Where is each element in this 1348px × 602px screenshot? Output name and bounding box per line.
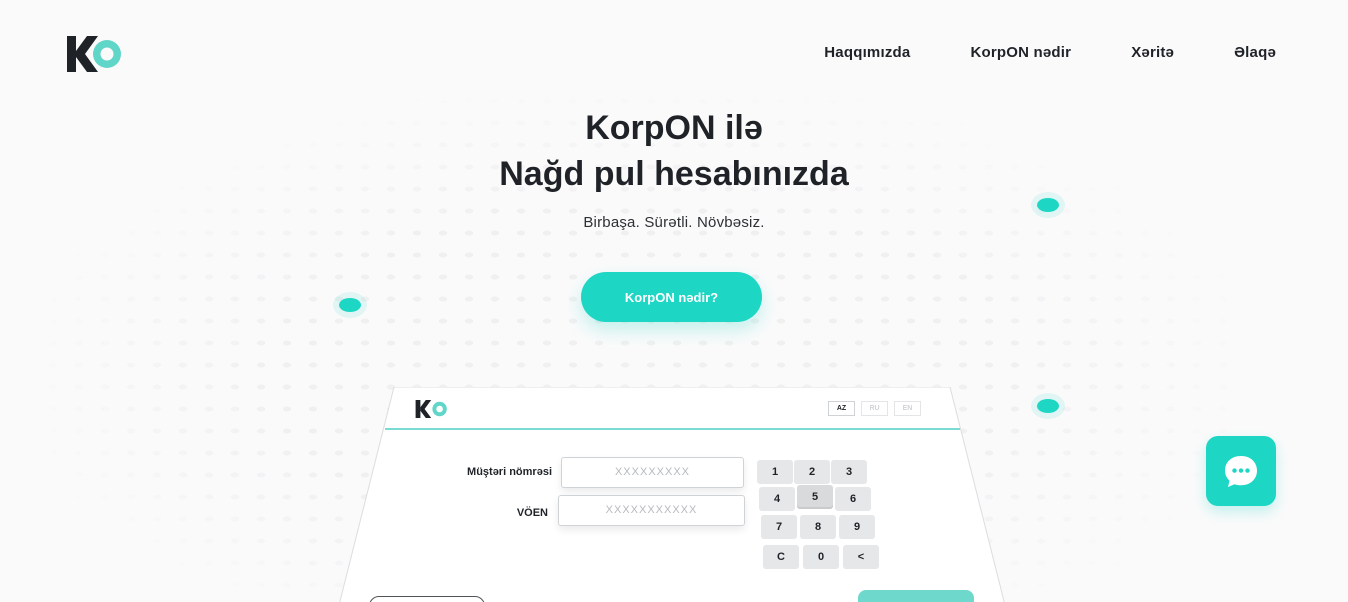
kiosk-logo — [415, 400, 447, 418]
decorative-dot — [339, 298, 361, 312]
keypad-key-4: 4 — [759, 487, 795, 511]
customer-number-label: Müştəri nömrəsi — [467, 466, 552, 478]
site-header: Haqqımızda KorpON nədir Xəritə Əlaqə — [0, 0, 1348, 100]
keypad-key-1: 1 — [757, 460, 793, 484]
keypad-key-3: 3 — [831, 460, 867, 484]
nav-link-map[interactable]: Xəritə — [1131, 44, 1174, 61]
keypad-key-9: 9 — [839, 515, 875, 539]
hero-section: KorpON ilə Nağd pul hesabınızda Birbaşa.… — [0, 105, 1348, 231]
kiosk-secondary-button — [369, 596, 485, 602]
hero-title-line1: KorpON ilə — [585, 109, 763, 147]
hero-title-line2: Nağd pul hesabınızda — [499, 155, 849, 193]
keypad-key-5: 5 — [797, 485, 833, 509]
decorative-dot — [1037, 399, 1059, 413]
voen-field: XXXXXXXXXXX — [558, 495, 745, 526]
keypad-key-0: 0 — [803, 545, 839, 569]
keypad-key-8: 8 — [800, 515, 836, 539]
kiosk-language-switcher: AZ RU EN — [828, 401, 921, 416]
what-is-korpon-button[interactable]: KorpON nədir? — [581, 272, 762, 322]
keypad-key-clear: C — [763, 545, 799, 569]
nav-link-contact[interactable]: Əlaqə — [1234, 44, 1276, 61]
keypad-key-backspace: < — [843, 545, 879, 569]
kiosk-primary-button — [858, 590, 974, 602]
customer-number-field: XXXXXXXXX — [561, 457, 744, 488]
hero-subtitle: Birbaşa. Sürətli. Növbəsiz. — [583, 214, 765, 231]
lang-ru-button[interactable]: RU — [861, 401, 888, 416]
chat-bubble-icon — [1225, 456, 1257, 487]
main-nav: Haqqımızda KorpON nədir Xəritə Əlaqə — [824, 44, 1276, 61]
korpon-logo[interactable] — [67, 36, 125, 72]
chat-button[interactable] — [1206, 436, 1276, 506]
voen-label: VÖEN — [516, 507, 548, 519]
nav-link-what-is-korpon[interactable]: KorpON nədir — [970, 44, 1071, 61]
kiosk-divider — [385, 428, 960, 430]
lang-en-button[interactable]: EN — [894, 401, 921, 416]
lang-az-button[interactable]: AZ — [828, 401, 855, 416]
keypad-key-2: 2 — [794, 460, 830, 484]
hero-title: KorpON ilə Nağd pul hesabınızda — [0, 105, 1348, 197]
keypad-key-7: 7 — [761, 515, 797, 539]
decorative-dot — [1037, 198, 1059, 212]
nav-link-about[interactable]: Haqqımızda — [824, 44, 910, 61]
keypad-key-6: 6 — [835, 487, 871, 511]
